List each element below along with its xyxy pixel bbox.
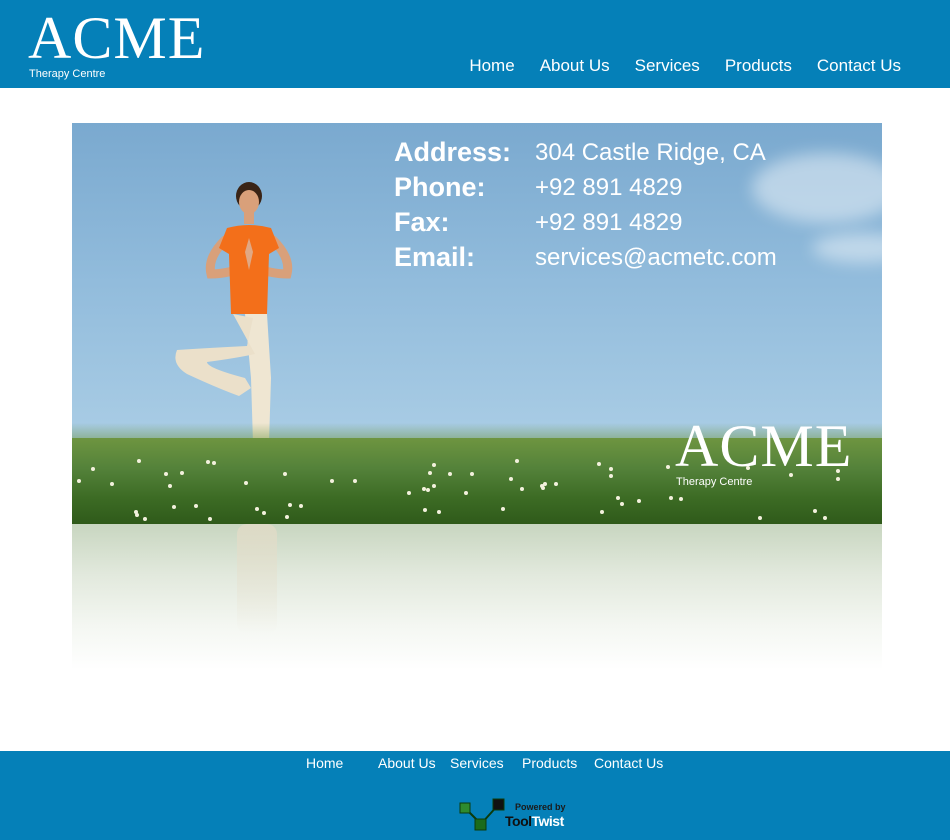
clover-flower: [244, 481, 248, 485]
clover-flower: [288, 503, 292, 507]
clover-flower: [426, 488, 430, 492]
clover-flower: [208, 517, 212, 521]
nav-contact-us[interactable]: Contact Us: [817, 55, 901, 77]
footer-nav-about-us[interactable]: About Us: [378, 755, 436, 771]
footer-nav-home[interactable]: Home: [306, 755, 343, 771]
tooltwist-wordmark-a: Tool: [505, 813, 532, 829]
contact-row-phone: Phone: +92 891 4829: [394, 170, 777, 205]
clover-flower: [172, 505, 176, 509]
clover-flower: [620, 502, 624, 506]
nav-products[interactable]: Products: [725, 55, 792, 77]
nav-home[interactable]: Home: [469, 55, 514, 77]
contact-info: Address: 304 Castle Ridge, CA Phone: +92…: [394, 135, 777, 275]
clover-flower: [464, 491, 468, 495]
clover-flower: [330, 479, 334, 483]
hero-logo-wordmark: ACME: [675, 413, 853, 479]
nav-about-us[interactable]: About Us: [540, 55, 610, 77]
clover-flower: [77, 479, 81, 483]
clover-flower: [137, 459, 141, 463]
site-footer: Home About Us Services Products Contact …: [0, 751, 950, 840]
clover-flower: [597, 462, 601, 466]
clover-flower: [669, 496, 673, 500]
hero-logo: ACME Therapy Centre: [675, 416, 852, 488]
clover-flower: [164, 472, 168, 476]
clover-flower: [637, 499, 641, 503]
clover-flower: [501, 507, 505, 511]
site-header: ACME Therapy Centre Home About Us Servic…: [0, 0, 950, 88]
clover-flower: [679, 497, 683, 501]
footer-nav-products[interactable]: Products: [522, 755, 577, 771]
phone-label: Phone:: [394, 172, 486, 202]
clover-flower: [206, 460, 210, 464]
clover-flower: [823, 516, 827, 520]
clover-flower: [422, 487, 426, 491]
clover-flower: [470, 472, 474, 476]
powered-by-tooltwist[interactable]: Powered by ToolTwist: [459, 798, 569, 834]
clover-flower: [432, 463, 436, 467]
clover-flower: [299, 504, 303, 508]
address-value: 304 Castle Ridge, CA: [535, 138, 766, 166]
contact-row-fax: Fax: +92 891 4829: [394, 205, 777, 240]
cloud-shape: [812, 233, 882, 263]
contact-row-address: Address: 304 Castle Ridge, CA: [394, 135, 777, 170]
clover-flower: [554, 482, 558, 486]
clover-flower: [666, 465, 670, 469]
logo-wordmark: ACME: [28, 5, 206, 71]
clover-flower: [609, 474, 613, 478]
hero-banner: Address: 304 Castle Ridge, CA Phone: +92…: [72, 123, 882, 524]
clover-flower: [609, 467, 613, 471]
clover-flower: [541, 486, 545, 490]
clover-flower: [353, 479, 357, 483]
powered-by-label: Powered by: [515, 802, 566, 812]
footer-nav-contact-us[interactable]: Contact Us: [594, 755, 663, 771]
clover-flower: [283, 472, 287, 476]
clover-flower: [428, 471, 432, 475]
clover-flower: [509, 477, 513, 481]
clover-flower: [616, 496, 620, 500]
site-logo[interactable]: ACME Therapy Centre: [28, 8, 205, 80]
tooltwist-logo-icon: [459, 798, 505, 831]
clover-flower: [262, 511, 266, 515]
clover-flower: [813, 509, 817, 513]
email-value[interactable]: services@acmetc.com: [535, 244, 777, 272]
clover-flower: [515, 459, 519, 463]
clover-flower: [212, 461, 216, 465]
clover-flower: [135, 513, 139, 517]
tooltwist-wordmark: ToolTwist: [505, 813, 564, 829]
nav-services[interactable]: Services: [635, 55, 700, 77]
clover-flower: [255, 507, 259, 511]
contact-row-email: Email: services@acmetc.com: [394, 240, 777, 275]
clover-flower: [600, 510, 604, 514]
clover-flower: [285, 515, 289, 519]
clover-flower: [520, 487, 524, 491]
tooltwist-wordmark-b: Twist: [531, 813, 565, 829]
reflection-figure: [237, 524, 277, 634]
footer-nav-services[interactable]: Services: [450, 755, 504, 771]
fax-label: Fax:: [394, 207, 450, 237]
clover-flower: [432, 484, 436, 488]
hero-reflection: [72, 524, 882, 670]
clover-flower: [194, 504, 198, 508]
clover-flower: [91, 467, 95, 471]
clover-flower: [448, 472, 452, 476]
clover-flower: [143, 517, 147, 521]
clover-flower: [110, 482, 114, 486]
clover-flower: [168, 484, 172, 488]
email-label: Email:: [394, 242, 476, 272]
clover-flower: [437, 510, 441, 514]
clover-flower: [423, 508, 427, 512]
clover-flower: [758, 516, 762, 520]
address-label: Address:: [394, 137, 512, 167]
main-nav: Home About Us Services Products Contact …: [444, 55, 901, 77]
clover-flower: [180, 471, 184, 475]
fax-value: +92 891 4829: [535, 208, 683, 236]
clover-flower: [407, 491, 411, 495]
phone-value: +92 891 4829: [535, 173, 683, 201]
